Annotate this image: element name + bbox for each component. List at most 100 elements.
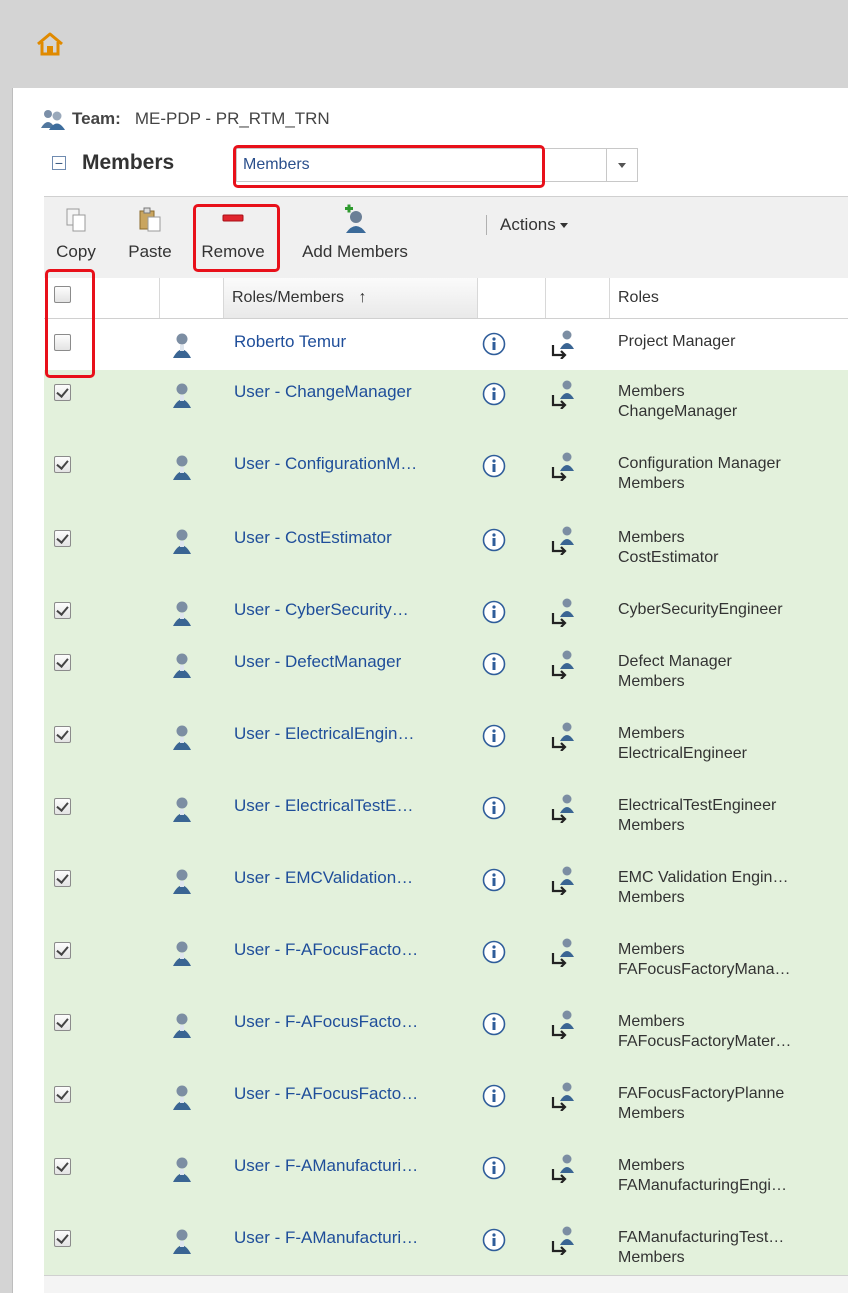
row-checkbox[interactable]: [54, 942, 71, 959]
row-checkbox[interactable]: [54, 530, 71, 547]
info-icon[interactable]: [482, 1156, 506, 1185]
row-checkbox[interactable]: [54, 870, 71, 887]
info-icon[interactable]: [482, 868, 506, 897]
actions-menu[interactable]: Actions: [500, 215, 568, 235]
member-name-link[interactable]: User - F-AFocusFacto…: [234, 1012, 418, 1032]
info-icon[interactable]: [482, 940, 506, 969]
assign-role-icon[interactable]: [550, 379, 576, 414]
table-row[interactable]: User - EMCValidation… EMC Validation Engi…: [44, 856, 848, 928]
member-name-link[interactable]: User - DefectManager: [234, 652, 401, 672]
role-label: Project Manager: [618, 333, 736, 350]
assign-role-icon[interactable]: [550, 1009, 576, 1044]
table-row[interactable]: User - ConfigurationM… Configuration Mana…: [44, 442, 848, 516]
member-name-link[interactable]: User - F-AManufacturi…: [234, 1156, 418, 1176]
row-checkbox[interactable]: [54, 456, 71, 473]
top-bar: [0, 0, 848, 88]
info-icon[interactable]: [482, 528, 506, 557]
role-label: FAFocusFactoryMater…: [618, 1033, 792, 1050]
table-row[interactable]: User - F-AManufacturi… Members FAManufactu…: [44, 1144, 848, 1216]
role-label: Configuration Manager: [618, 455, 781, 472]
member-name-link[interactable]: User - ConfigurationM…: [234, 454, 417, 474]
assign-role-icon[interactable]: [550, 721, 576, 756]
assign-role-icon[interactable]: [550, 1081, 576, 1116]
role-label: Members: [618, 1157, 685, 1174]
info-icon[interactable]: [482, 332, 506, 361]
assign-role-icon[interactable]: [550, 865, 576, 900]
assign-role-icon[interactable]: [550, 649, 576, 684]
person-icon: [172, 940, 192, 971]
collapse-icon[interactable]: −: [52, 156, 66, 170]
header-assign-col: [546, 278, 610, 318]
table-row[interactable]: User - F-AFocusFacto… Members FAFocusFacto…: [44, 928, 848, 1000]
row-checkbox[interactable]: [54, 798, 71, 815]
left-edge: [0, 88, 12, 1293]
assign-role-icon[interactable]: [550, 451, 576, 486]
row-checkbox[interactable]: [54, 654, 71, 671]
member-name-link[interactable]: User - CyberSecurity…: [234, 600, 409, 620]
role-label: ElectricalTestEngineer: [618, 797, 777, 814]
grid-footer: [44, 1276, 848, 1293]
row-checkbox[interactable]: [54, 1014, 71, 1031]
member-name-link[interactable]: User - F-AFocusFacto…: [234, 940, 418, 960]
assign-role-icon[interactable]: [550, 793, 576, 828]
header-roles-members[interactable]: Roles/Members ↑: [224, 278, 478, 318]
member-name-link[interactable]: User - F-AManufacturi…: [234, 1228, 418, 1248]
table-row[interactable]: User - DefectManager Defect Manager Member…: [44, 640, 848, 712]
member-name-link[interactable]: Roberto Temur: [234, 332, 346, 352]
table-row[interactable]: User - F-AFocusFacto… Members FAFocusFacto…: [44, 1000, 848, 1072]
member-name-link[interactable]: User - ElectricalEngin…: [234, 724, 414, 744]
table-row[interactable]: User - F-AFocusFacto… FAFocusFactoryPlann…: [44, 1072, 848, 1144]
row-checkbox[interactable]: [54, 384, 71, 401]
sort-ascending-icon: ↑: [358, 289, 367, 306]
role-label: FAManufacturingEngi…: [618, 1177, 787, 1194]
member-name-link[interactable]: User - CostEstimator: [234, 528, 392, 548]
table-row[interactable]: User - ElectricalTestE… ElectricalTestEng…: [44, 784, 848, 856]
toolbar: Copy Paste Remove Add Members Actions: [44, 196, 848, 280]
roles-cell: Members CostEstimator: [618, 528, 848, 568]
table-row[interactable]: Roberto Temur Project Manager: [44, 320, 848, 370]
info-icon[interactable]: [482, 382, 506, 411]
info-icon[interactable]: [482, 600, 506, 629]
row-checkbox[interactable]: [54, 1158, 71, 1175]
header-roles[interactable]: Roles: [610, 278, 848, 318]
team-header: Team: ME-PDP - PR_RTM_TRN: [40, 104, 330, 134]
chevron-down-icon[interactable]: [606, 149, 637, 181]
highlight-box: [233, 145, 545, 188]
table-row[interactable]: User - ChangeManager Members ChangeManager: [44, 370, 848, 442]
assign-role-icon[interactable]: [550, 1153, 576, 1188]
role-label: ChangeManager: [618, 403, 738, 420]
table-row[interactable]: User - CostEstimator Members CostEstimator: [44, 516, 848, 588]
info-icon[interactable]: [482, 1084, 506, 1113]
assign-role-icon[interactable]: [550, 597, 576, 632]
info-icon[interactable]: [482, 652, 506, 681]
row-checkbox[interactable]: [54, 1086, 71, 1103]
row-checkbox[interactable]: [54, 726, 71, 743]
role-label: Members: [618, 1249, 685, 1266]
info-icon[interactable]: [482, 1228, 506, 1257]
info-icon[interactable]: [482, 796, 506, 825]
member-name-link[interactable]: User - ElectricalTestE…: [234, 796, 413, 816]
member-name-link[interactable]: User - F-AFocusFacto…: [234, 1084, 418, 1104]
add-members-button[interactable]: Add Members: [282, 197, 428, 279]
copy-button[interactable]: Copy: [52, 197, 100, 279]
member-name-link[interactable]: User - EMCValidation…: [234, 868, 413, 888]
roles-cell: FAManufacturingTest… Members: [618, 1228, 848, 1268]
home-icon[interactable]: [36, 32, 64, 56]
role-label: Members: [618, 1105, 685, 1122]
table-row[interactable]: User - ElectricalEngin… Members Electrical…: [44, 712, 848, 784]
person-icon: [172, 652, 192, 683]
table-row[interactable]: User - CyberSecurity… CyberSecurityEngine…: [44, 588, 848, 640]
paste-button[interactable]: Paste: [120, 197, 180, 279]
info-icon[interactable]: [482, 454, 506, 483]
roles-cell: Configuration Manager Members: [618, 454, 848, 494]
person-icon: [172, 382, 192, 413]
assign-role-icon[interactable]: [550, 329, 576, 364]
info-icon[interactable]: [482, 724, 506, 753]
assign-role-icon[interactable]: [550, 1225, 576, 1260]
member-name-link[interactable]: User - ChangeManager: [234, 382, 412, 402]
row-checkbox[interactable]: [54, 602, 71, 619]
row-checkbox[interactable]: [54, 1230, 71, 1247]
assign-role-icon[interactable]: [550, 937, 576, 972]
info-icon[interactable]: [482, 1012, 506, 1041]
assign-role-icon[interactable]: [550, 525, 576, 560]
